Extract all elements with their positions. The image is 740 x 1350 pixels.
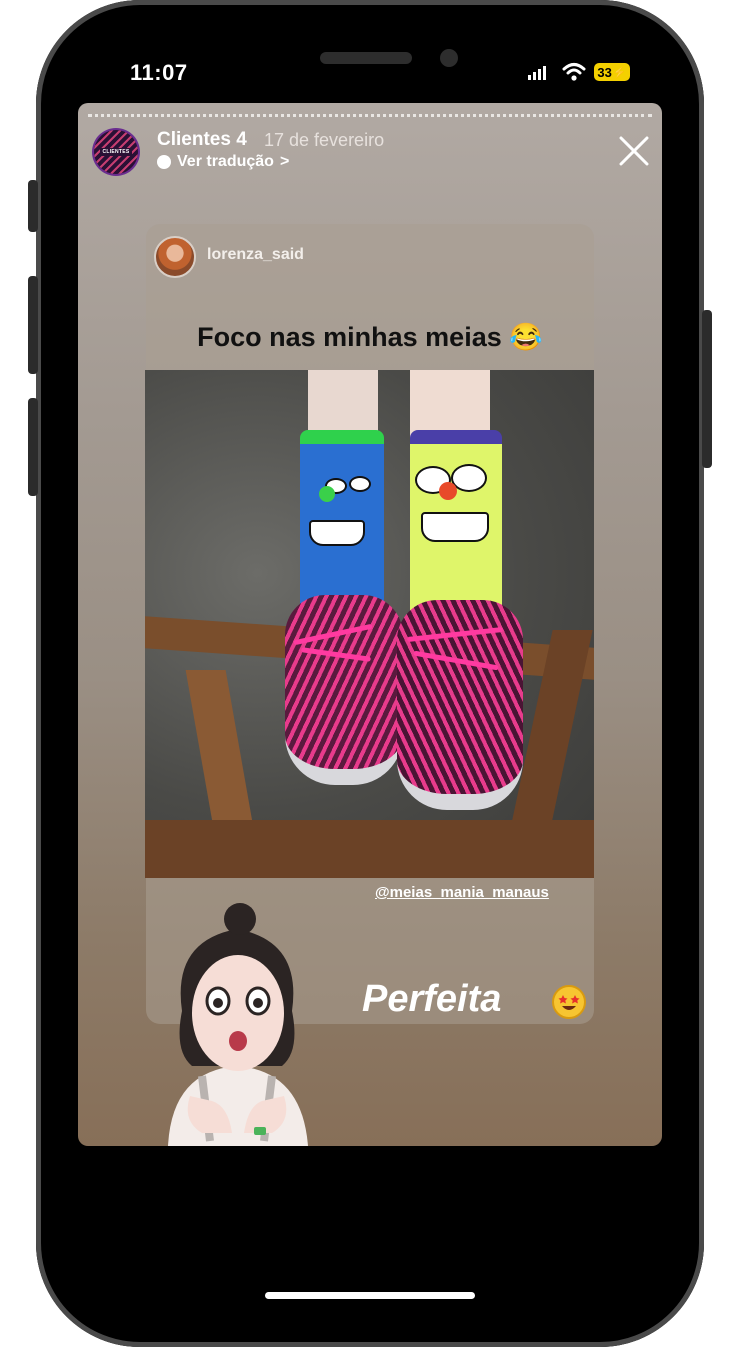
- translate-link[interactable]: Ver tradução >: [157, 153, 289, 171]
- story-view[interactable]: CLIENTES Clientes 4 17 de fevereiro Ver …: [78, 103, 662, 1146]
- photo-bench-seat: [145, 820, 594, 878]
- wifi-icon: [562, 63, 586, 81]
- battery-level: 33: [597, 64, 612, 80]
- text-sticker: Perfeita: [362, 978, 502, 1020]
- account-avatar[interactable]: CLIENTES: [94, 130, 138, 174]
- home-indicator[interactable]: [265, 1292, 475, 1299]
- story-progress-bar: [88, 114, 652, 117]
- post-caption: Foco nas minhas meias 😂: [197, 322, 543, 352]
- sock-face-mouth: [309, 520, 365, 546]
- volume-up-button: [28, 276, 38, 374]
- repost-username[interactable]: lorenza_said: [207, 246, 304, 264]
- memoji-sticker: [168, 903, 308, 1146]
- volume-down-button: [28, 398, 38, 496]
- cellular-signal-icon: [528, 66, 546, 80]
- avatar-logo-text: CLIENTES: [100, 148, 132, 156]
- photo-shoe-left: [285, 595, 403, 785]
- earpiece-speaker: [320, 52, 412, 64]
- translate-label: Ver tradução: [177, 153, 274, 170]
- translate-icon: [157, 155, 171, 169]
- sock-face-mouth: [421, 512, 489, 542]
- chevron-right-icon: >: [279, 153, 290, 170]
- post-photo: [145, 370, 594, 878]
- sock-face-nose: [439, 482, 457, 500]
- star-struck-emoji-icon: [552, 985, 586, 1019]
- battery-indicator: 33 ⚡: [594, 63, 630, 81]
- close-icon[interactable]: [618, 135, 650, 167]
- front-camera: [440, 49, 458, 67]
- power-button: [702, 310, 712, 468]
- account-name[interactable]: Clientes 4: [157, 129, 247, 151]
- charging-icon: ⚡: [612, 66, 627, 79]
- sock-face-eye: [349, 476, 371, 492]
- sock-face-nose: [319, 486, 335, 502]
- status-time: 11:07: [130, 60, 188, 85]
- post-date: 17 de fevereiro: [264, 130, 385, 150]
- repost-user-avatar[interactable]: [154, 236, 196, 278]
- mute-switch: [28, 180, 38, 232]
- mention-sticker[interactable]: @meias_mania_manaus: [375, 884, 549, 901]
